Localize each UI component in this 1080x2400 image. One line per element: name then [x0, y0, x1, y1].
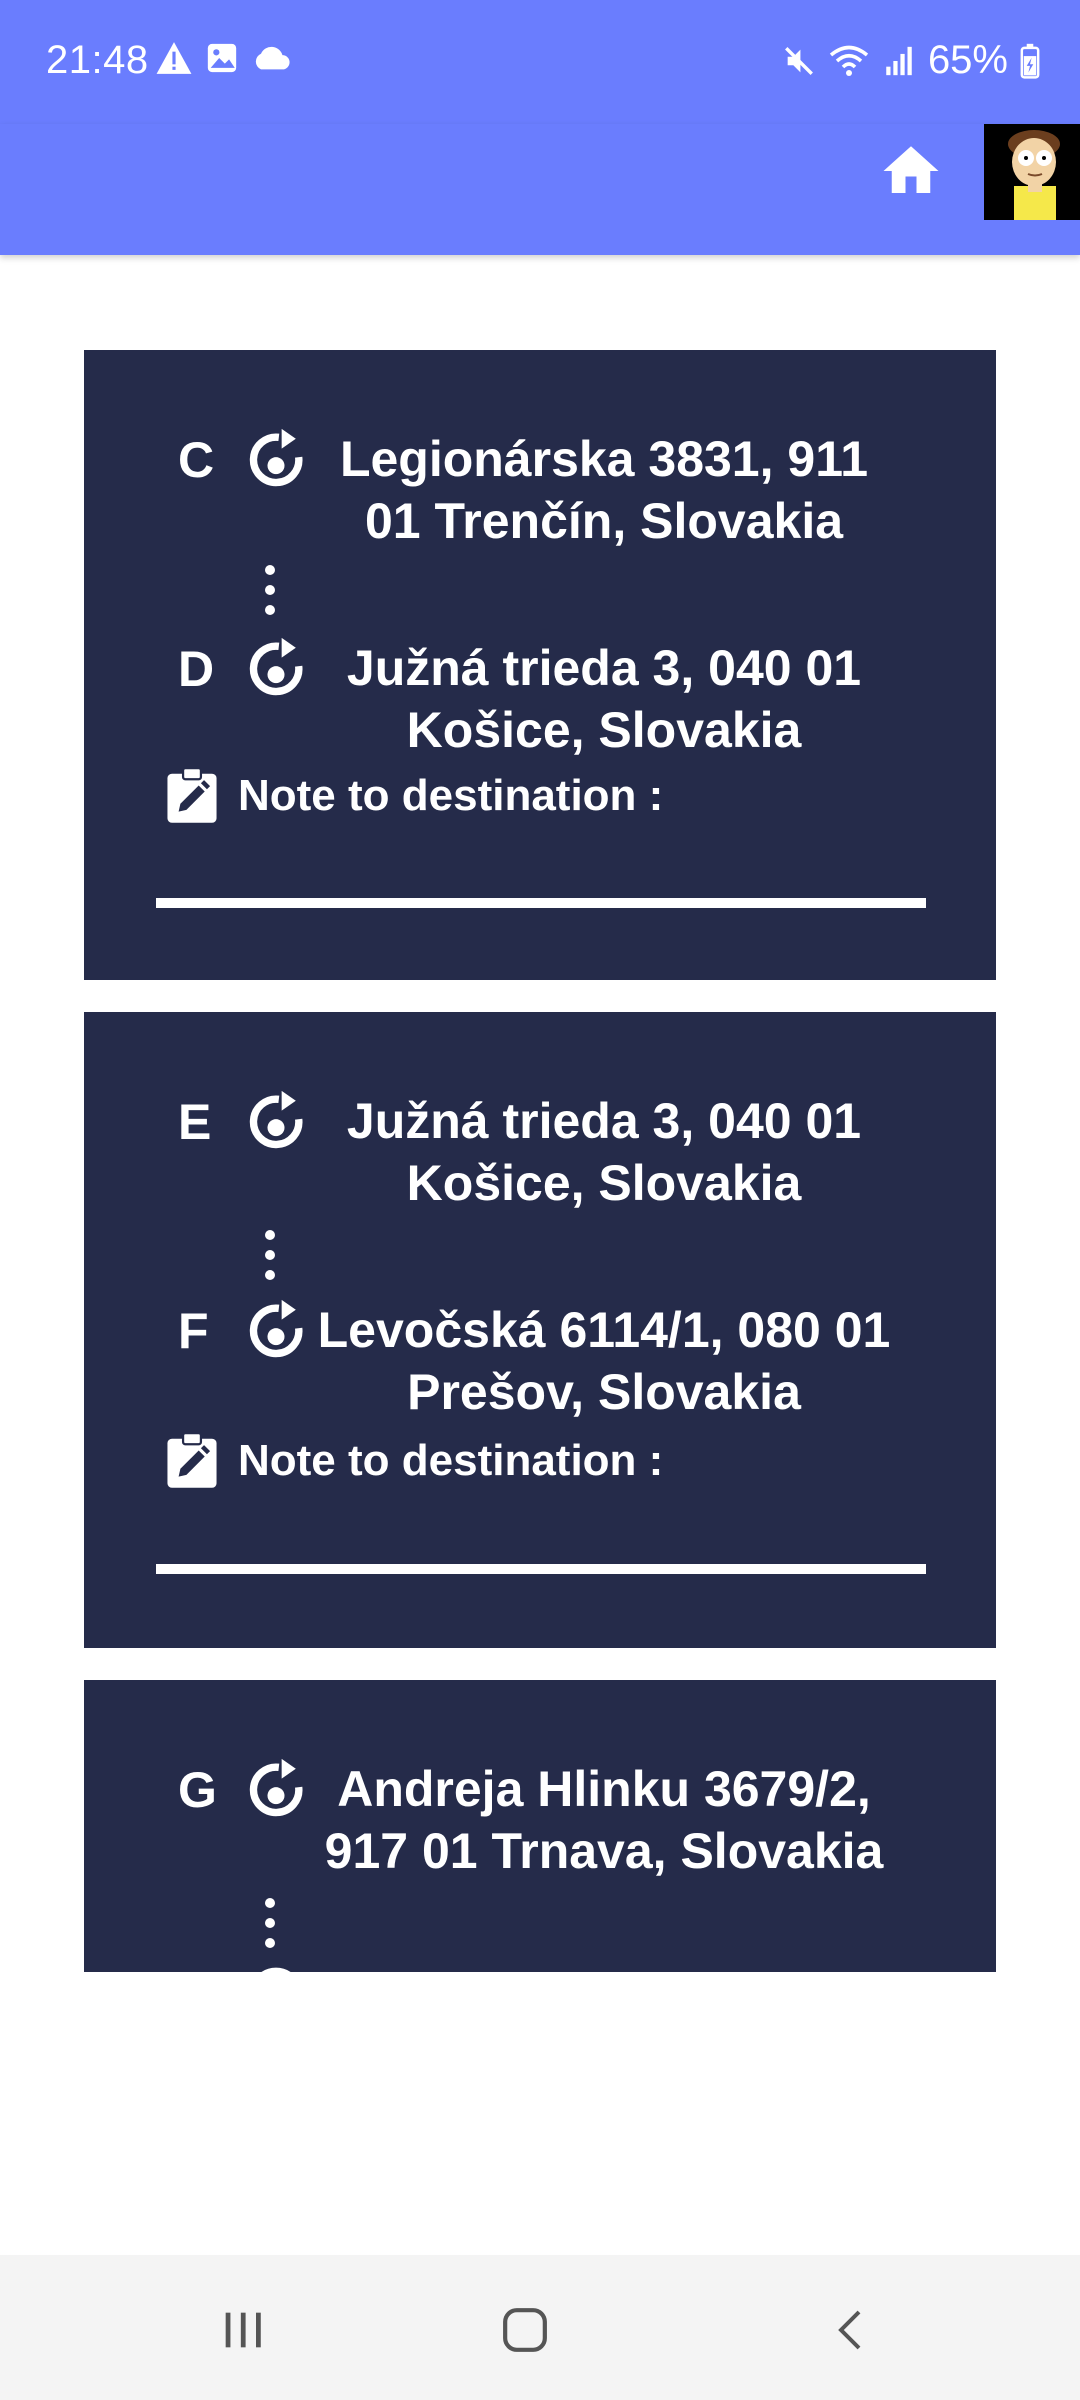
- stop-address: Andreja Hlinku 3679/2, 917 01 Trnava, Sl…: [284, 1758, 924, 1882]
- address-line-1: Andreja Hlinku 3679/2,: [337, 1761, 871, 1817]
- reload-route-icon[interactable]: [242, 1960, 310, 1972]
- route-card[interactable]: E Južná trieda 3, 040 01 Košice, Slovaki…: [84, 1012, 996, 1648]
- status-bar: 21:48 65%: [0, 0, 1080, 124]
- route-card[interactable]: C Legionárska 3831, 911 01 Trenčín, Slov…: [84, 350, 996, 980]
- avatar-icon: [984, 124, 1080, 220]
- stop-row: C Legionárska 3831, 911 01 Trenčín, Slov…: [84, 428, 996, 558]
- back-icon: [838, 2310, 861, 2350]
- note-label: Note to destination :: [238, 771, 664, 820]
- address-line-1: Levočská 6114/1, 080 01: [317, 1302, 891, 1358]
- recents-button[interactable]: [198, 2285, 288, 2375]
- stop-letter: D: [178, 641, 215, 697]
- address-line-2: Prešov, Slovakia: [407, 1364, 801, 1420]
- system-nav-bar: [0, 2255, 1080, 2400]
- stop-letter: C: [178, 432, 215, 488]
- back-button[interactable]: [806, 2285, 896, 2375]
- address-line-2: 01 Trenčín, Slovakia: [364, 493, 844, 549]
- alert-icon: [156, 42, 192, 74]
- stop-address: Južná trieda 3, 040 01 Košice, Slovakia: [284, 637, 924, 761]
- address-line-1: Legionárska 3831, 911: [339, 431, 869, 487]
- avatar[interactable]: [984, 124, 1080, 220]
- wifi-icon: [829, 45, 869, 76]
- recents-icon: [225, 2312, 261, 2348]
- stop-address: Levočská 6114/1, 080 01 Prešov, Slovakia: [284, 1299, 924, 1423]
- stop-address: Južná trieda 3, 040 01 Košice, Slovakia: [284, 1090, 924, 1214]
- address-line-1: Južná trieda 3, 040 01: [346, 640, 862, 696]
- stop-address: Legionárska 3831, 911 01 Trenčín, Slovak…: [284, 428, 924, 552]
- stop-row: G Andreja Hlinku 3679/2, 917 01 Trnava, …: [84, 1758, 996, 1888]
- stop-row: D Južná trieda 3, 040 01 Košice, Slovaki…: [84, 637, 996, 767]
- edit-note-icon[interactable]: [164, 1432, 220, 1490]
- address-line-2: 917 01 Trnava, Slovakia: [324, 1823, 884, 1879]
- system-home-button[interactable]: [480, 2285, 570, 2375]
- home-circle-icon: [503, 2308, 547, 2352]
- edit-note-icon[interactable]: [164, 767, 220, 825]
- note-input[interactable]: [156, 898, 926, 908]
- signal-icon: [886, 46, 912, 75]
- address-line-1: Južná trieda 3, 040 01: [346, 1093, 862, 1149]
- address-line-2: Košice, Slovakia: [406, 702, 802, 758]
- route-connector-dots: [265, 1230, 275, 1280]
- home-icon[interactable]: [878, 138, 944, 204]
- stop-row: F Levočská 6114/1, 080 01 Prešov, Slovak…: [84, 1299, 996, 1429]
- note-label: Note to destination :: [238, 1436, 664, 1485]
- address-line-2: Košice, Slovakia: [406, 1155, 802, 1211]
- stop-letter: G: [178, 1762, 217, 1818]
- battery-charging-icon: [1020, 43, 1040, 79]
- battery-percent: 65%: [927, 38, 1008, 82]
- mute-icon: [784, 46, 813, 75]
- stop-row: E Južná trieda 3, 040 01 Košice, Slovaki…: [84, 1090, 996, 1220]
- route-connector-dots: [265, 1898, 275, 1948]
- image-icon: [207, 43, 237, 73]
- note-input[interactable]: [156, 1564, 926, 1574]
- stop-letter: E: [178, 1094, 212, 1150]
- status-time: 21:48: [46, 38, 149, 82]
- stop-letter: F: [178, 1303, 209, 1359]
- route-card[interactable]: G Andreja Hlinku 3679/2, 917 01 Trnava, …: [84, 1680, 996, 1972]
- route-connector-dots: [265, 565, 275, 615]
- cloud-icon: [255, 46, 290, 70]
